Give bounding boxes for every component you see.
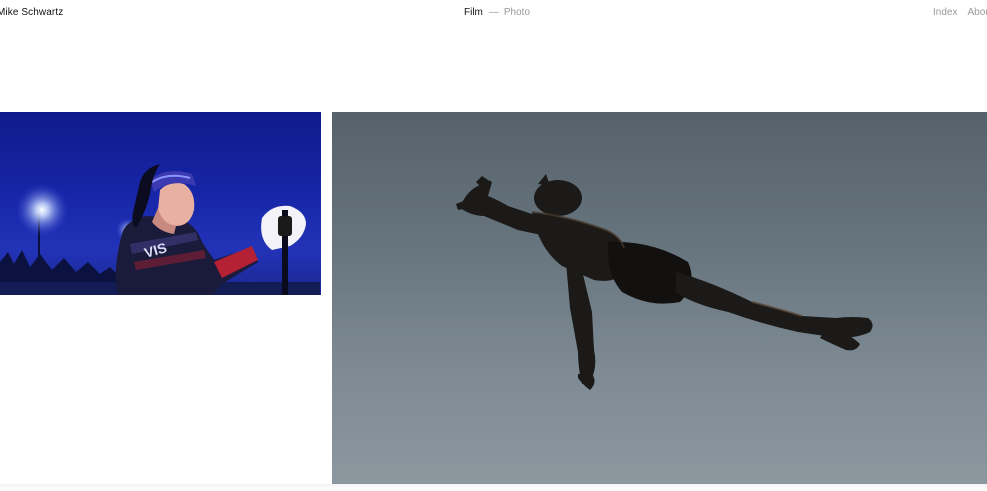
project-thumbnail-skier[interactable]: VIS xyxy=(0,112,321,295)
footer-fade xyxy=(0,484,987,491)
nav-film-link[interactable]: Film xyxy=(464,7,483,18)
nav-separator: — xyxy=(488,7,499,18)
nav-about-link[interactable]: About xyxy=(967,7,987,18)
category-nav: Film — Photo xyxy=(464,7,530,18)
diver-image xyxy=(456,174,873,390)
nav-index-link[interactable]: Index xyxy=(933,7,957,18)
skier-image: VIS xyxy=(0,164,320,295)
page: Mike Schwartz Film — Photo Index About xyxy=(0,0,987,491)
project-thumbnail-diver[interactable] xyxy=(332,112,987,484)
site-name-link[interactable]: Mike Schwartz xyxy=(0,7,63,18)
nav-photo-link[interactable]: Photo xyxy=(504,7,530,18)
secondary-nav: Index About xyxy=(933,7,987,18)
